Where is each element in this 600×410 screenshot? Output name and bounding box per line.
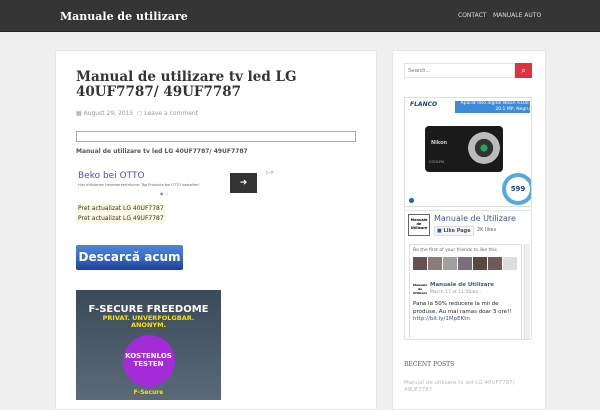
search-input[interactable]	[404, 63, 515, 78]
fb-feed: Be the first of your friends to like thi…	[409, 244, 522, 339]
fb-post-body: Pana la 50% reducere la mii de produse. …	[413, 301, 512, 315]
adchoices-icon[interactable]: ▷✕	[266, 170, 274, 176]
price-link-40[interactable]: Pret actualizat LG 40UF7787	[76, 204, 166, 213]
facebook-widget: Manuale de Utilizare Manuale de Utilizar…	[404, 210, 532, 340]
empty-frame	[76, 131, 356, 142]
fb-page-name[interactable]: Manuale de Utilizare	[434, 214, 516, 223]
ad-text: Hier entstehen Heimwerkerträume: Top Pro…	[78, 183, 200, 187]
fb-post-link[interactable]: http://bit.ly/1MpEKtn	[413, 316, 470, 322]
site-title[interactable]: Manuale de utilizare	[60, 10, 188, 23]
site-header: Manuale de utilizare CONTACT MANUALE AUT…	[0, 0, 600, 32]
facebook-icon: ■	[437, 228, 442, 234]
nav-contact[interactable]: CONTACT	[458, 12, 486, 19]
price-link-49[interactable]: Pret actualizat LG 49UF7787	[76, 214, 166, 223]
ad-dots[interactable]: ● ○	[160, 191, 168, 196]
info-icon[interactable]	[409, 198, 414, 203]
ad-headline[interactable]: Beko bei OTTO	[78, 171, 145, 181]
fb-post-author[interactable]: Manuale de Utilizare	[430, 282, 494, 288]
comment-icon: ○	[137, 110, 143, 117]
page-logo[interactable]: Manuale de Utilizare	[408, 214, 430, 236]
post-meta: ▦ August 29, 2015 ○ Leave a comment	[76, 110, 198, 117]
calendar-icon: ▦	[76, 110, 82, 117]
recent-post-link[interactable]: Manual de utilizare tv led LG 40UF7787/ …	[404, 380, 529, 394]
banner-tagline: PRIVAT. UNVERFOLGBAR. ANONYM.	[102, 314, 195, 329]
friends-text: Be the first of your friends to like thi…	[413, 248, 497, 253]
download-button[interactable]: Descarcă acum	[76, 245, 183, 270]
price-badge: 599	[502, 173, 531, 205]
likes-count: 2K likes	[477, 227, 497, 233]
post-date[interactable]: August 29, 2015	[84, 110, 134, 117]
flanco-logo: FLANCO	[410, 101, 438, 108]
search-icon[interactable]: ⌕	[515, 63, 532, 78]
banner-cta[interactable]: KOSTENLOS TESTEN	[122, 335, 175, 387]
banner-brand: F-Secure	[133, 389, 164, 396]
product-name: Aparat foto digital Nikon A100, 20.1 MP,…	[455, 101, 530, 113]
recent-posts-heading: RECENT POSTS	[404, 361, 455, 368]
comment-link[interactable]: Leave a comment	[144, 110, 198, 117]
like-label: Like Page	[443, 228, 471, 234]
fsecure-banner[interactable]: F-SECURE FREEDOME PRIVAT. UNVERFOLGBAR. …	[76, 290, 221, 400]
camera-model: COOLPIX	[429, 160, 445, 164]
post-subtitle: Manual de utilizare tv led LG 40UF7787/ …	[76, 148, 248, 155]
nav-manuale-auto[interactable]: MANUALE AUTO	[493, 12, 541, 19]
fb-post-text: Pana la 50% reducere la mii de produse. …	[413, 301, 517, 324]
fb-scrollbar[interactable]	[524, 244, 530, 339]
post-title: Manual de utilizare tv led LG 40UF7787/ …	[76, 69, 297, 100]
arrow-right-icon[interactable]: ➜	[230, 173, 257, 193]
fb-post-time[interactable]: March 17 at 11:50am ·	[430, 290, 481, 295]
like-page-button[interactable]: ■ Like Page	[434, 226, 474, 236]
post-avatar: Manuale de Utilizare	[413, 283, 428, 295]
beko-ad[interactable]: Beko bei OTTO Hier entstehen Heimwerkert…	[76, 170, 280, 198]
camera-brand: Nikon	[431, 140, 448, 146]
camera-image: Nikon COOLPIX	[425, 126, 503, 172]
camera-lens	[468, 132, 500, 164]
flanco-ad[interactable]: FLANCO Aparat foto digital Nikon A100, 2…	[404, 97, 532, 207]
friend-avatars	[413, 257, 517, 270]
